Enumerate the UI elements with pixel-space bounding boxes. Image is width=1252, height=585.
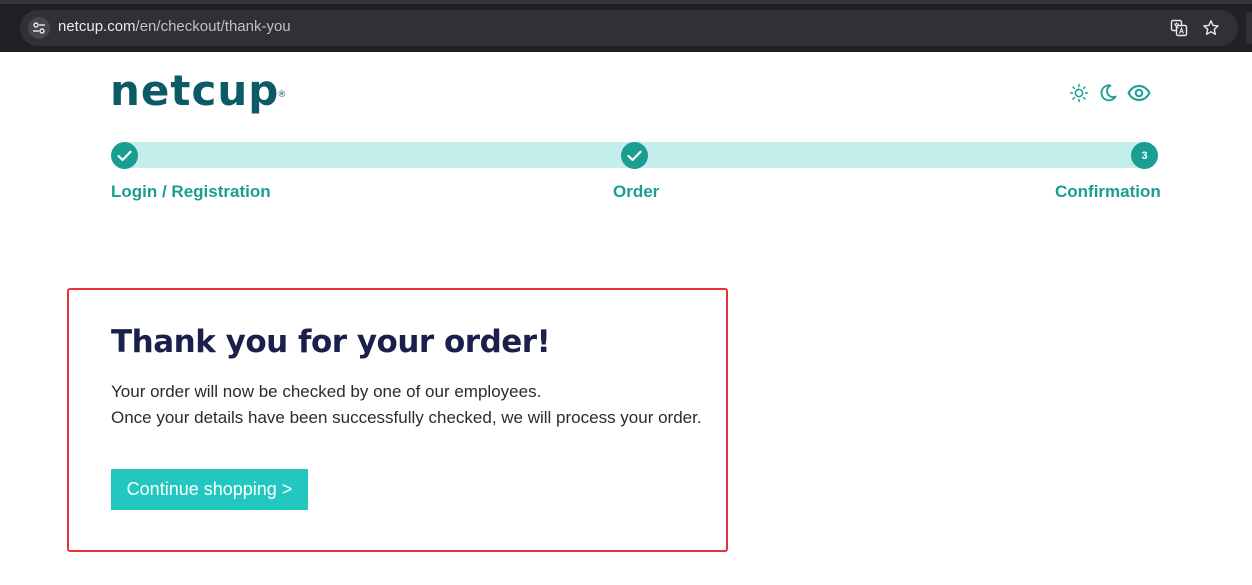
translate-icon[interactable] [1170, 19, 1188, 37]
continue-shopping-button[interactable]: Continue shopping > [111, 469, 308, 510]
netcup-logo[interactable]: netcup ® [110, 66, 286, 115]
registered-mark: ® [277, 90, 288, 100]
url-path: /en/checkout/thank-you [135, 18, 291, 35]
confirmation-message-line-2: Once your details have been successfully… [111, 408, 702, 427]
step-1-check-icon [111, 142, 138, 169]
sun-icon[interactable] [1068, 82, 1090, 104]
tab-strip [0, 0, 1252, 4]
logo-text: netcup [110, 66, 280, 115]
step-label-confirmation: Confirmation [1055, 182, 1161, 201]
site-info-icon[interactable] [28, 17, 50, 39]
page-title: Thank you for your order! [111, 324, 551, 360]
step-3-number: 3 [1131, 142, 1158, 169]
browser-toolbar: netcup.com/en/checkout/thank-you [0, 0, 1252, 52]
url-text[interactable]: netcup.com/en/checkout/thank-you [58, 18, 291, 35]
side-panel-edge [1246, 12, 1252, 44]
moon-icon[interactable] [1097, 82, 1119, 104]
eye-icon[interactable] [1127, 82, 1151, 104]
step-label-order[interactable]: Order [613, 182, 659, 202]
step-label-login[interactable]: Login / Registration [111, 182, 271, 202]
url-host: netcup.com [58, 18, 136, 35]
address-bar[interactable]: netcup.com/en/checkout/thank-you [20, 10, 1238, 46]
star-icon[interactable] [1202, 19, 1220, 37]
step-2-check-icon [621, 142, 648, 169]
confirmation-message-line-1: Your order will now be checked by one of… [111, 382, 542, 401]
